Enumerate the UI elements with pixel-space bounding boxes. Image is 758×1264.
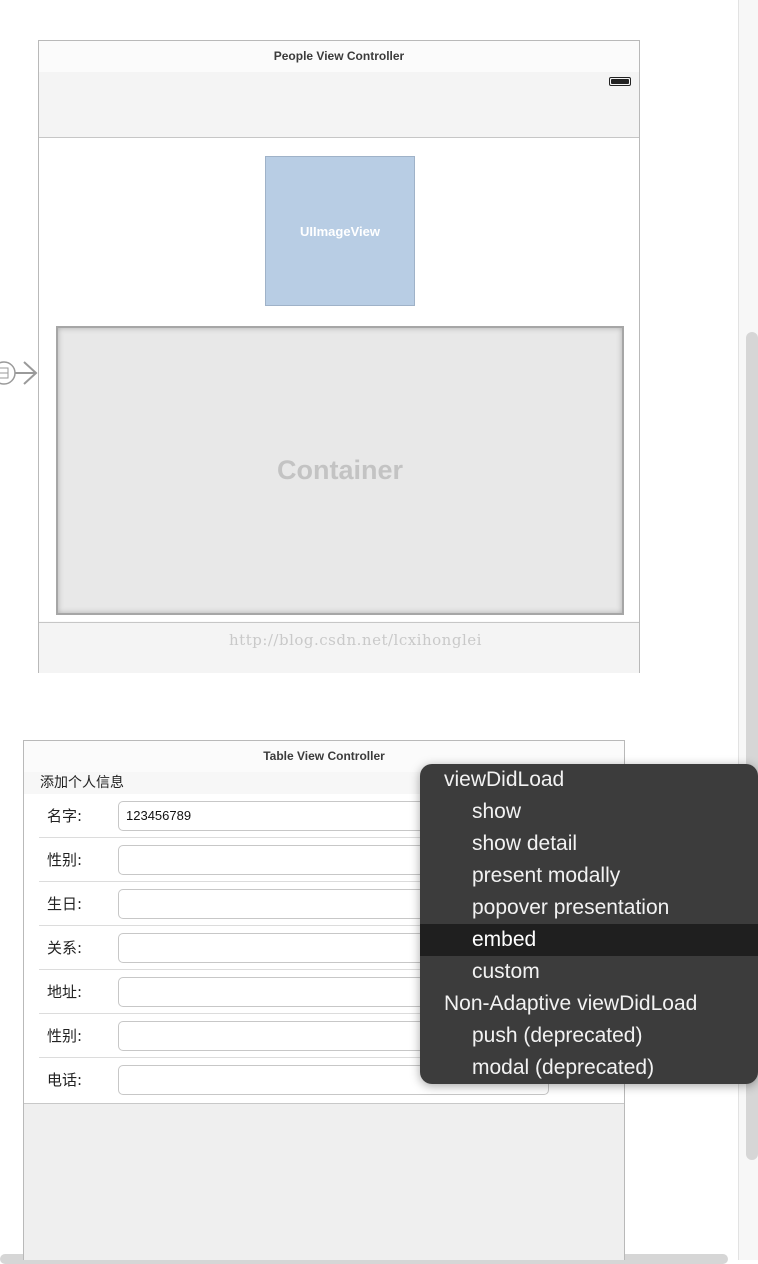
battery-icon [609,77,631,86]
row-label: 地址: [47,983,83,1001]
watermark-text: http://blog.csdn.net/lcxihonglei [229,631,482,649]
bottom-bar[interactable]: http://blog.csdn.net/lcxihonglei [39,622,639,673]
row-label: 名字: [47,807,83,825]
row-label: 电话: [47,1071,83,1089]
row-label: 生日: [47,895,83,913]
menu-item-push-deprecated[interactable]: push (deprecated) [420,1020,758,1052]
menu-item-popover-presentation[interactable]: popover presentation [420,892,758,924]
menu-section-non-adaptive: Non-Adaptive viewDidLoad [444,992,698,1015]
people-view-controller-scene[interactable]: People View Controller UIImageView Conta… [38,40,640,673]
menu-item-present-modally[interactable]: present modally [420,860,758,892]
segue-type-menu[interactable]: viewDidLoad show show detail present mod… [420,764,758,1084]
container-view[interactable]: Container [56,326,624,615]
menu-item-show[interactable]: show [420,796,758,828]
scene-title[interactable]: People View Controller [39,41,639,73]
row-label: 性别: [47,851,83,869]
row-label: 关系: [47,939,83,957]
menu-item-custom[interactable]: custom [420,956,758,988]
row-label: 性别: [47,1027,83,1045]
navigation-bar[interactable] [39,72,639,138]
menu-item-embed[interactable]: embed [420,924,758,956]
uiimageview[interactable]: UIImageView [265,156,415,306]
container-label: Container [276,455,403,485]
menu-section-viewdidload: viewDidLoad [444,768,565,791]
embed-segue-icon[interactable] [0,354,40,392]
menu-item-show-detail[interactable]: show detail [420,828,758,860]
menu-item-modal-deprecated[interactable]: modal (deprecated) [420,1052,758,1084]
